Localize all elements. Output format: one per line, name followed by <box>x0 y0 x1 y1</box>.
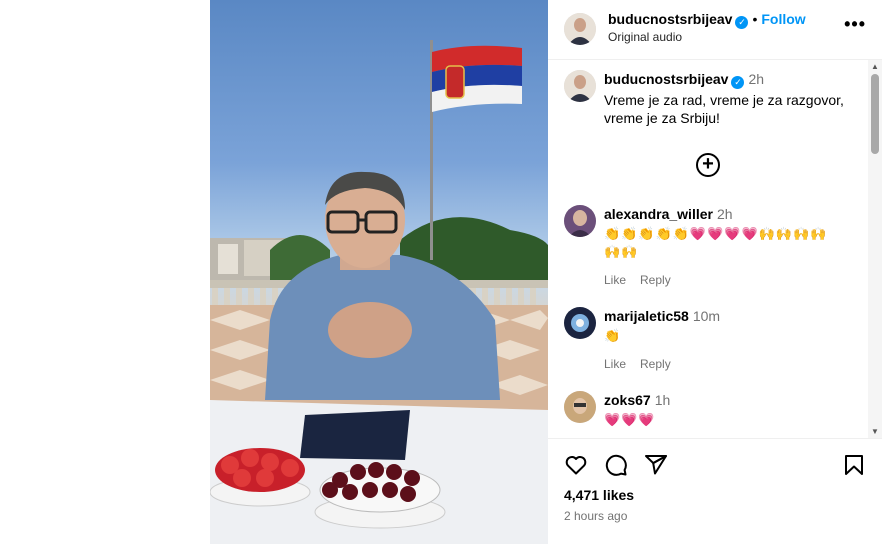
caption-time: 2h <box>748 71 765 87</box>
comment-username[interactable]: alexandra_willer <box>604 206 713 222</box>
comment-text: 👏 <box>604 328 622 343</box>
comment-time: 10m <box>692 308 721 324</box>
header-title-line: buducnostsrbijeav ✓ • Follow <box>608 11 806 29</box>
separator-dot: • <box>752 11 758 27</box>
comment-actions: Like Reply <box>604 355 860 373</box>
verified-badge-icon: ✓ <box>735 16 749 29</box>
more-options-icon[interactable]: ••• <box>844 14 866 35</box>
caption-author-avatar[interactable] <box>564 70 596 102</box>
load-more-comments-button[interactable]: + <box>696 153 720 177</box>
comment-row: alexandra_willer 2h 👏👏👏👏👏💗💗💗💗🙌🙌🙌🙌🙌🙌 Like R… <box>564 205 864 287</box>
caption-avatar-image <box>564 70 596 102</box>
comment-body: zoks67 1h 💗💗💗 <box>604 391 860 429</box>
author-avatar-image <box>564 13 596 45</box>
commenter-avatar[interactable] <box>564 391 596 423</box>
like-comment-button[interactable]: Like <box>604 273 626 287</box>
commenter-avatar-image <box>564 391 596 423</box>
original-audio-link[interactable]: Original audio <box>608 30 682 44</box>
comment-body: alexandra_willer 2h 👏👏👏👏👏💗💗💗💗🙌🙌🙌🙌🙌🙌 Like R… <box>604 205 860 289</box>
caption-body: buducnostsrbijeav ✓ 2h Vreme je za rad, vr… <box>604 70 860 127</box>
comments-scrollbar[interactable]: ▲ ▼ <box>868 60 882 438</box>
comment-time: 1h <box>654 392 671 408</box>
reply-comment-button[interactable]: Reply <box>640 357 671 371</box>
author-avatar[interactable] <box>564 13 596 45</box>
bookmark-icon[interactable] <box>842 453 866 482</box>
post-header: buducnostsrbijeav ✓ • Follow Original audio… <box>548 0 882 60</box>
scroll-down-arrow-icon[interactable]: ▼ <box>871 427 879 436</box>
instagram-post-page: buducnostsrbijeav ✓ • Follow Original audio… <box>0 0 882 544</box>
comments-list: buducnostsrbijeav ✓ 2h Vreme je za rad, vr… <box>548 60 882 438</box>
comment-username[interactable]: zoks67 <box>604 392 651 408</box>
caption-row: buducnostsrbijeav ✓ 2h Vreme je za rad, vr… <box>564 70 864 150</box>
commenter-avatar[interactable] <box>564 307 596 339</box>
reply-comment-button[interactable]: Reply <box>640 273 671 287</box>
comment-actions: Like Reply <box>604 271 860 289</box>
post-side-panel: buducnostsrbijeav ✓ • Follow Original audio… <box>548 0 882 544</box>
likes-count[interactable]: 4,471 likes <box>564 487 634 503</box>
commenter-avatar-image <box>564 205 596 237</box>
like-comment-button[interactable]: Like <box>604 357 626 371</box>
commenter-avatar[interactable] <box>564 205 596 237</box>
verified-badge-icon: ✓ <box>731 76 745 89</box>
caption-text: Vreme je za rad, vreme je za razgovor, v… <box>604 92 844 126</box>
scroll-up-arrow-icon[interactable]: ▲ <box>871 62 879 71</box>
comment-text: 👏👏👏👏👏💗💗💗💗🙌🙌🙌🙌🙌🙌 <box>604 226 828 259</box>
video-frame-illustration <box>210 40 548 544</box>
commenter-avatar-image <box>564 307 596 339</box>
share-icon[interactable] <box>644 453 668 482</box>
comment-icon[interactable] <box>604 453 628 482</box>
comment-body: marijaletic58 10m 👏 Like Reply <box>604 307 860 373</box>
heart-icon[interactable] <box>564 453 588 482</box>
comment-username[interactable]: marijaletic58 <box>604 308 689 324</box>
comment-time: 2h <box>716 206 733 222</box>
comment-text: 💗💗💗 <box>604 412 656 427</box>
author-username[interactable]: buducnostsrbijeav <box>608 11 732 27</box>
follow-button[interactable]: Follow <box>761 11 805 27</box>
comment-row: zoks67 1h 💗💗💗 <box>564 391 864 438</box>
post-actions-footer: 4,471 likes 2 hours ago <box>548 438 882 544</box>
scrollbar-thumb[interactable] <box>871 74 879 154</box>
post-video[interactable] <box>210 0 548 544</box>
caption-username[interactable]: buducnostsrbijeav <box>604 71 728 87</box>
comment-row: marijaletic58 10m 👏 Like Reply <box>564 307 864 377</box>
post-timestamp: 2 hours ago <box>564 509 628 523</box>
